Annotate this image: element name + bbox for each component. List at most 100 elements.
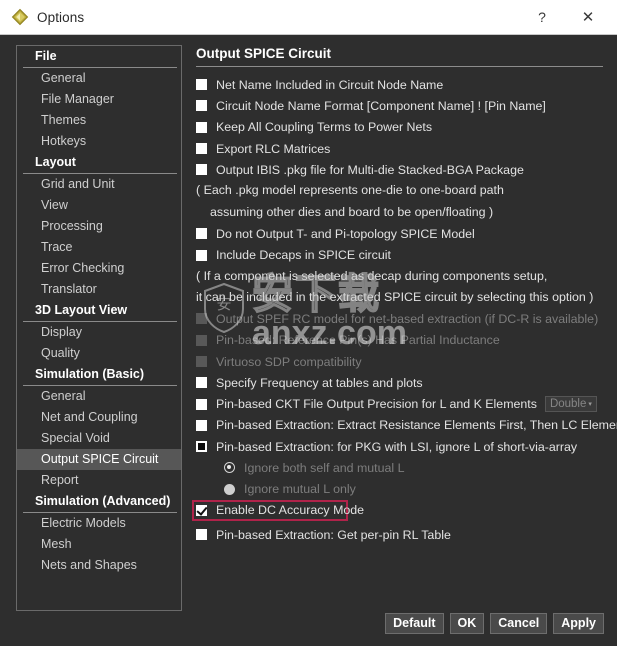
checkbox-row-enable-dc-accuracy-mode[interactable]: Enable DC Accuracy Mode xyxy=(192,499,364,521)
precision-dropdown-value: Double xyxy=(549,398,587,411)
checkbox-row-output-ibis-pkg[interactable]: Output IBIS .pkg file for Multi-die Stac… xyxy=(196,159,603,180)
checkbox-row-net-name-included[interactable]: Net Name Included in Circuit Node Name xyxy=(196,74,603,95)
radio-ignore-both-self-and-mutual[interactable] xyxy=(224,462,235,474)
precision-dropdown[interactable]: Double ▾ xyxy=(544,396,597,413)
sidebar-item-file-manager[interactable]: File Manager xyxy=(17,89,181,110)
checkbox-label: Net Name Included in Circuit Node Name xyxy=(216,77,444,92)
radio-label: Ignore mutual L only xyxy=(244,482,356,497)
checkbox-label: Specify Frequency at tables and plots xyxy=(216,375,423,390)
checkbox-label: Export RLC Matrices xyxy=(216,141,331,156)
sidebar-item-nets-and-shapes[interactable]: Nets and Shapes xyxy=(17,555,181,576)
checkbox-label: Output SPEF RC model for net-based extra… xyxy=(216,311,599,326)
checkbox-pkg-lsi-ignore-l[interactable] xyxy=(196,441,207,453)
sidebar-item-hotkeys[interactable]: Hotkeys xyxy=(17,131,181,152)
sidebar-item-translator[interactable]: Translator xyxy=(17,279,181,300)
sidebar-item-quality[interactable]: Quality xyxy=(17,343,181,364)
close-button[interactable]: ✕ xyxy=(565,0,611,34)
nav-group-header-layout: Layout xyxy=(23,152,177,174)
checkbox-no-t-pi-topology[interactable] xyxy=(196,228,207,240)
options-dialog: Options ? ✕ File General File Manager Th… xyxy=(0,0,617,646)
checkbox-row-include-decaps[interactable]: Include Decaps in SPICE circuit xyxy=(196,244,603,265)
note-decap-line1: ( If a component is selected as decap du… xyxy=(196,268,548,283)
checkbox-include-decaps[interactable] xyxy=(196,249,207,261)
checkbox-label: Pin-based: Reference Pin(s) Has Partial … xyxy=(216,333,500,348)
nav-group-header-3d-layout-view: 3D Layout View xyxy=(23,300,177,322)
sidebar-item-mesh[interactable]: Mesh xyxy=(17,534,181,555)
checkbox-row-virtuoso-sdp-compatibility: Virtuoso SDP compatibility xyxy=(196,351,603,372)
dialog-button-bar: Default OK Cancel Apply xyxy=(385,613,604,634)
checkbox-row-ckt-output-precision[interactable]: Pin-based CKT File Output Precision for … xyxy=(196,393,603,414)
radio-row-ignore-both-self-and-mutual[interactable]: Ignore both self and mutual L xyxy=(196,457,603,478)
checkbox-label: Do not Output T- and Pi-topology SPICE M… xyxy=(216,226,475,241)
checkbox-label: Pin-based Extraction: for PKG with LSI, … xyxy=(216,439,578,454)
checkbox-keep-coupling-terms[interactable] xyxy=(196,121,207,133)
checkbox-row-output-spef-rc: Output SPEF RC model for net-based extra… xyxy=(196,308,603,329)
checkbox-virtuoso-sdp-compatibility xyxy=(196,356,207,367)
checkbox-label: Pin-based CKT File Output Precision for … xyxy=(216,397,537,412)
sidebar-item-themes[interactable]: Themes xyxy=(17,110,181,131)
page-title: Output SPICE Circuit xyxy=(196,46,603,67)
checkbox-row-get-per-pin-rl-table[interactable]: Pin-based Extraction: Get per-pin RL Tab… xyxy=(196,524,603,545)
sidebar-item-general-file[interactable]: General xyxy=(17,68,181,89)
default-button[interactable]: Default xyxy=(385,613,444,634)
sidebar-item-grid-and-unit[interactable]: Grid and Unit xyxy=(17,174,181,195)
sidebar-item-display[interactable]: Display xyxy=(17,322,181,343)
sidebar-item-view[interactable]: View xyxy=(17,195,181,216)
checkbox-row-extract-resistance-first[interactable]: Pin-based Extraction: Extract Resistance… xyxy=(196,415,617,436)
output-spice-circuit-panel: Output SPICE Circuit Net Name Included i… xyxy=(192,46,617,591)
checkbox-export-rlc-matrices[interactable] xyxy=(196,143,207,155)
checkbox-extract-resistance-first[interactable] xyxy=(196,419,207,431)
checkbox-label: Keep All Coupling Terms to Power Nets xyxy=(216,120,433,135)
sidebar-item-general-sim[interactable]: General xyxy=(17,386,181,407)
help-button[interactable]: ? xyxy=(519,0,565,34)
apply-button[interactable]: Apply xyxy=(553,613,604,634)
note-pkg-line1: ( Each .pkg model represents one-die to … xyxy=(196,183,504,198)
radio-row-ignore-mutual-only[interactable]: Ignore mutual L only xyxy=(196,479,603,500)
checkbox-row-keep-coupling-terms[interactable]: Keep All Coupling Terms to Power Nets xyxy=(196,117,603,138)
checkbox-ckt-output-precision[interactable] xyxy=(196,398,207,410)
sidebar-item-net-and-coupling[interactable]: Net and Coupling xyxy=(17,407,181,428)
checkbox-label: Output IBIS .pkg file for Multi-die Stac… xyxy=(216,162,524,177)
chevron-down-icon: ▾ xyxy=(588,400,592,408)
checkbox-label: Enable DC Accuracy Mode xyxy=(216,503,365,518)
nav-group-header-simulation-basic: Simulation (Basic) xyxy=(23,364,177,386)
checkbox-label: Include Decaps in SPICE circuit xyxy=(216,248,391,263)
checkbox-reference-pin-partial-inductance xyxy=(196,334,207,346)
checkbox-label: Virtuoso SDP compatibility xyxy=(216,354,362,369)
checkbox-row-pkg-lsi-ignore-l[interactable]: Pin-based Extraction: for PKG with LSI, … xyxy=(196,436,603,457)
ok-button[interactable]: OK xyxy=(449,613,485,634)
checkbox-row-specify-frequency[interactable]: Specify Frequency at tables and plots xyxy=(196,372,603,393)
checkbox-enable-dc-accuracy-mode[interactable] xyxy=(196,504,207,516)
nav-group-header-simulation-advanced: Simulation (Advanced) xyxy=(23,491,177,513)
checkbox-row-no-t-pi-topology[interactable]: Do not Output T- and Pi-topology SPICE M… xyxy=(196,223,603,244)
settings-category-tree[interactable]: File General File Manager Themes Hotkeys… xyxy=(16,45,182,611)
checkbox-label: Pin-based Extraction: Extract Resistance… xyxy=(216,418,617,433)
checkbox-row-reference-pin-partial-inductance: Pin-based: Reference Pin(s) Has Partial … xyxy=(196,330,603,351)
checkbox-label: Pin-based Extraction: Get per-pin RL Tab… xyxy=(216,527,451,542)
checkbox-output-ibis-pkg[interactable] xyxy=(196,164,207,176)
note-pkg-line2: assuming other dies and board to be open… xyxy=(210,204,494,219)
checkbox-get-per-pin-rl-table[interactable] xyxy=(196,529,207,541)
checkbox-label: Circuit Node Name Format [Component Name… xyxy=(216,98,546,113)
cancel-button[interactable]: Cancel xyxy=(490,613,548,634)
sidebar-item-electric-models[interactable]: Electric Models xyxy=(17,513,181,534)
checkbox-output-spef-rc xyxy=(196,313,207,325)
sidebar-item-processing[interactable]: Processing xyxy=(17,216,181,237)
window-title: Options xyxy=(37,9,85,25)
sidebar-item-output-spice-circuit[interactable]: Output SPICE Circuit xyxy=(17,449,181,470)
sidebar-item-trace[interactable]: Trace xyxy=(17,237,181,258)
checkbox-row-export-rlc-matrices[interactable]: Export RLC Matrices xyxy=(196,138,603,159)
sidebar-item-special-void[interactable]: Special Void xyxy=(17,428,181,449)
sidebar-item-report[interactable]: Report xyxy=(17,470,181,491)
checkbox-specify-frequency[interactable] xyxy=(196,377,207,389)
nav-group-header-file: File xyxy=(23,46,177,68)
note-decap-line2: it can be included in the extracted SPIC… xyxy=(196,289,594,304)
checkbox-row-circuit-node-name-format[interactable]: Circuit Node Name Format [Component Name… xyxy=(196,95,603,116)
radio-ignore-mutual-only[interactable] xyxy=(224,483,235,495)
checkbox-net-name-included[interactable] xyxy=(196,79,207,91)
diamond-logo-icon xyxy=(11,8,29,26)
radio-label: Ignore both self and mutual L xyxy=(244,460,405,475)
title-bar: Options ? ✕ xyxy=(0,0,617,35)
sidebar-item-error-checking[interactable]: Error Checking xyxy=(17,258,181,279)
checkbox-circuit-node-name-format[interactable] xyxy=(196,100,207,112)
